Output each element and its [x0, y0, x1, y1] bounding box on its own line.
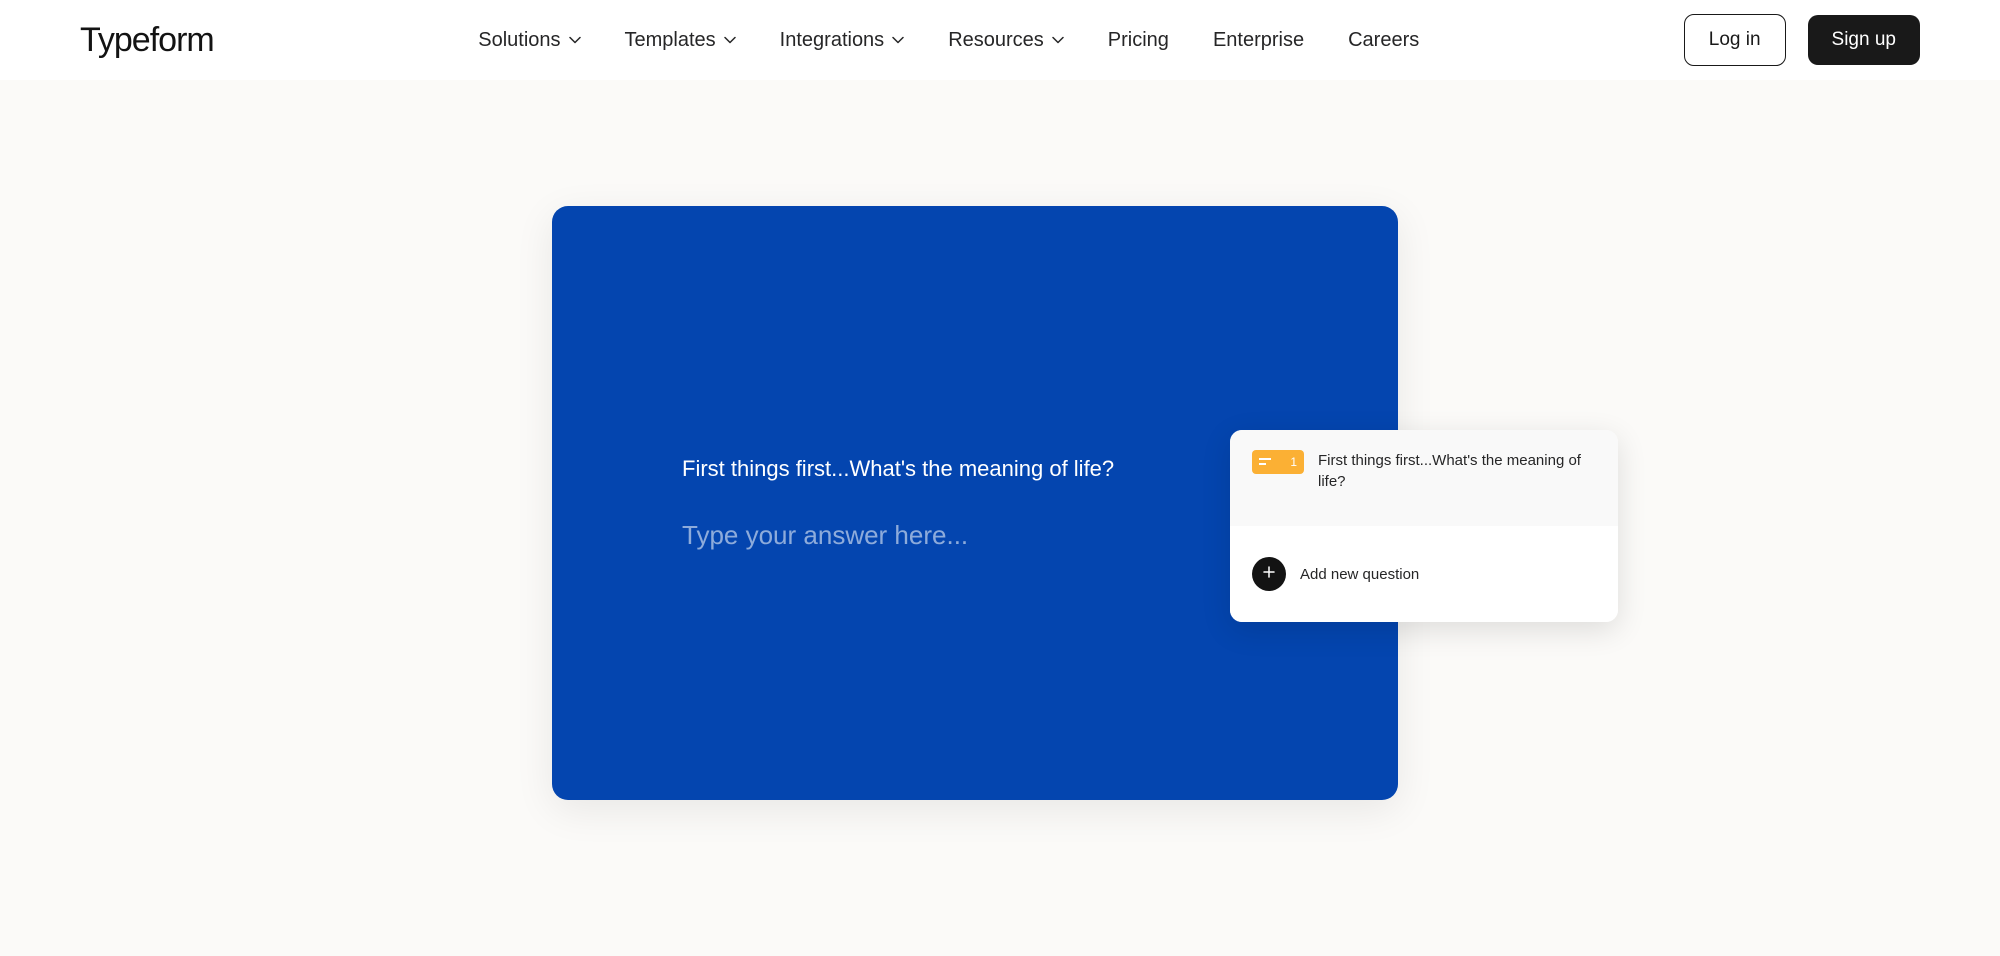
question-list-item[interactable]: 1 First things first...What's the meanin…	[1230, 430, 1618, 526]
short-text-icon	[1259, 457, 1271, 467]
nav-label: Pricing	[1108, 29, 1169, 52]
nav-label: Integrations	[780, 29, 885, 52]
signup-button[interactable]: Sign up	[1808, 15, 1920, 65]
chevron-down-icon	[724, 34, 736, 46]
nav-label: Solutions	[478, 29, 560, 52]
main-nav: Solutions Templates Integrations Resourc…	[478, 29, 1419, 52]
nav-label: Resources	[948, 29, 1044, 52]
nav-label: Enterprise	[1213, 29, 1304, 52]
nav-templates[interactable]: Templates	[625, 29, 736, 52]
nav-label: Templates	[625, 29, 716, 52]
question-type-badge: 1	[1252, 450, 1304, 474]
add-question-label: Add new question	[1300, 566, 1419, 583]
logo[interactable]: Typeform	[80, 21, 214, 60]
chevron-down-icon	[1052, 34, 1064, 46]
nav-enterprise[interactable]: Enterprise	[1213, 29, 1304, 52]
nav-resources[interactable]: Resources	[948, 29, 1064, 52]
nav-label: Careers	[1348, 29, 1419, 52]
nav-integrations[interactable]: Integrations	[780, 29, 905, 52]
chevron-down-icon	[892, 34, 904, 46]
question-list-panel: 1 First things first...What's the meanin…	[1230, 430, 1618, 622]
main-content: First things first...What's the meaning …	[0, 80, 2000, 956]
nav-solutions[interactable]: Solutions	[478, 29, 580, 52]
add-question-row[interactable]: Add new question	[1230, 526, 1618, 622]
header-actions: Log in Sign up	[1684, 14, 1920, 66]
question-preview-text: First things first...What's the meaning …	[1318, 450, 1596, 492]
nav-careers[interactable]: Careers	[1348, 29, 1419, 52]
login-button[interactable]: Log in	[1684, 14, 1786, 66]
plus-icon	[1263, 565, 1275, 583]
question-number: 1	[1290, 455, 1297, 469]
add-question-button[interactable]	[1252, 557, 1286, 591]
site-header: Typeform Solutions Templates Integration…	[0, 0, 2000, 80]
nav-pricing[interactable]: Pricing	[1108, 29, 1169, 52]
chevron-down-icon	[569, 34, 581, 46]
